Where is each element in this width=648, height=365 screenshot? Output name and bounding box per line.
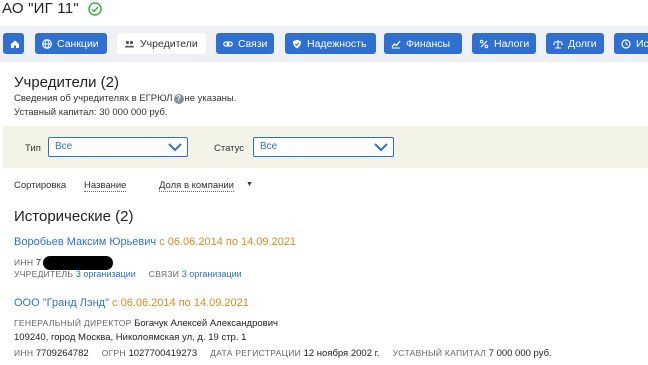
founder-orgs-link[interactable]: 3 организации	[76, 269, 136, 279]
founder-links-row: УЧРЕДИТЕЛЬ 3 организации СВЯЗИ 3 организ…	[14, 269, 242, 279]
founders-title: Учредители (2)	[14, 74, 120, 91]
tab-finances-label: Финансы	[406, 37, 451, 50]
company-title: АО "ИГ 11"	[2, 0, 79, 17]
entity-link[interactable]: ООО "Гранд Лэнд"	[14, 297, 109, 309]
historical-item-name: Воробьев Максим Юрьевич с 06.06.2014 по …	[14, 236, 296, 248]
tab-taxes-label: Налоги	[494, 37, 530, 50]
percent-icon	[479, 39, 489, 48]
address-row: 109240, город Москва, Николоямская ул, д…	[14, 332, 246, 343]
director-label: ГЕНЕРАЛЬНЫЙ ДИРЕКТОР	[14, 318, 132, 328]
inn-value: 7709264782	[35, 348, 89, 359]
type-filter-label: Тип	[25, 143, 41, 154]
status-select[interactable]: Все	[253, 137, 394, 157]
requisites-row: ИНН 7709264782 ОГРН 1027700419273 ДАТА Р…	[14, 348, 552, 359]
historical-title: Исторические (2)	[14, 208, 134, 225]
type-select[interactable]: Все	[48, 137, 188, 157]
status-select-value: Все	[260, 141, 278, 152]
shield-icon	[293, 39, 301, 48]
scales-icon	[553, 39, 563, 48]
authorized-capital: Уставный капитал: 30 000 000 руб.	[14, 107, 168, 118]
tab-founders-label: Учредители	[140, 37, 198, 50]
founder-label: УЧРЕДИТЕЛЬ	[14, 269, 74, 279]
historical-item-name: ООО "Гранд Лэнд" с 06.06.2014 по 14.09.2…	[14, 297, 249, 309]
tab-home[interactable]	[3, 33, 24, 54]
company-header: АО "ИГ 11"	[0, 0, 648, 28]
sort-by-share[interactable]: Доля в компании	[159, 180, 234, 192]
inn-label: ИНН	[14, 257, 34, 268]
status-filter-label: Статус	[214, 143, 245, 154]
sort-by-name[interactable]: Название	[84, 180, 127, 192]
entity-link[interactable]: Воробьев Максим Юрьевич	[14, 236, 156, 248]
tab-sanctions-label: Санкции	[57, 37, 99, 50]
help-icon[interactable]: ?	[173, 93, 184, 104]
egrul-note: Сведения об учредителях в ЕГРЮЛ ? не ука…	[14, 93, 236, 104]
tab-links[interactable]: Связи	[216, 33, 274, 54]
tab-founders[interactable]: Учредители	[117, 33, 206, 54]
ogrn-value: 1027700419273	[128, 348, 198, 359]
inn-row: ИНН 7	[14, 256, 114, 270]
link-icon	[223, 40, 233, 47]
home-icon	[11, 40, 19, 48]
sort-label: Сортировка	[14, 180, 67, 191]
tab-sanctions[interactable]: Санкции	[35, 33, 107, 54]
links-orgs-link[interactable]: 3 организации	[182, 269, 242, 279]
egrul-note-suffix: не указаны.	[184, 93, 237, 104]
ogrn-label: ОГРН	[101, 348, 126, 358]
director-name: Богачук Алексей Александрович	[134, 318, 278, 329]
inn-value: 7	[35, 257, 42, 269]
chart-icon	[391, 40, 401, 48]
tab-history[interactable]: Ис	[614, 33, 648, 54]
filter-panel: Тип Все Статус Все	[3, 126, 648, 168]
capital-label: УСТАВНЫЙ КАПИТАЛ	[392, 348, 487, 358]
address: 109240, город Москва, Николоямская ул, д…	[14, 332, 247, 343]
tab-links-label: Связи	[238, 37, 268, 50]
director-row: ГЕНЕРАЛЬНЫЙ ДИРЕКТОР Богачук Алексей Але…	[14, 318, 278, 329]
section-tabbar: Санкции Учредители Связи Надежность Фина…	[0, 26, 648, 62]
sort-arrow-icon: ▼	[246, 181, 253, 188]
globe-icon	[42, 38, 52, 49]
tab-history-label: Ис	[636, 37, 648, 50]
verified-check-icon	[88, 2, 102, 16]
egrul-note-text: Сведения об учредителях в ЕГРЮЛ	[14, 93, 173, 104]
chevron-down-icon	[168, 143, 182, 152]
chevron-down-icon	[374, 143, 388, 152]
tab-debts-label: Долги	[568, 37, 597, 50]
type-select-value: Все	[55, 141, 73, 152]
capital-value: 7 000 000 руб.	[488, 348, 552, 359]
main-content: Учредители (2) Сведения об учредителях в…	[3, 62, 648, 365]
tab-debts[interactable]: Долги	[546, 33, 604, 54]
tab-finances[interactable]: Финансы	[384, 33, 462, 54]
links-label: СВЯЗИ	[148, 269, 180, 279]
tab-taxes[interactable]: Налоги	[472, 33, 536, 54]
tab-reliability-label: Надежность	[307, 37, 367, 50]
redaction-mark	[43, 256, 114, 270]
tab-reliability[interactable]: Надежность	[285, 33, 376, 54]
inn-label: ИНН	[14, 348, 34, 358]
registration-date-label: ДАТА РЕГИСТРАЦИИ	[210, 348, 302, 358]
sort-row: Сортировка Название Доля в компании ▼	[14, 180, 634, 194]
registration-date-value: 12 ноября 2002 г.	[303, 348, 380, 359]
entity-dates: с 06.06.2014 по 14.09.2021	[159, 236, 297, 248]
people-icon	[124, 40, 135, 47]
entity-dates: с 06.06.2014 по 14.09.2021	[112, 297, 249, 309]
history-icon	[621, 38, 631, 49]
